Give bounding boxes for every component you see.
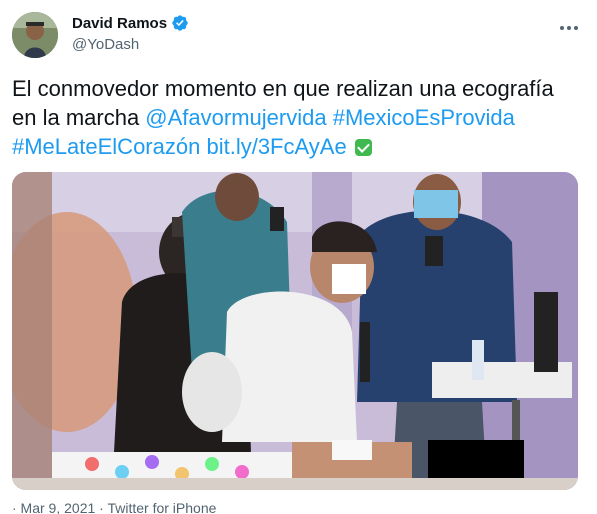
mention-link[interactable]: @Afavormujervida [145, 105, 326, 130]
more-options-button[interactable] [553, 12, 585, 44]
author-avatar[interactable] [12, 12, 58, 58]
url-link[interactable]: bit.ly/3FcAyAe [206, 134, 346, 159]
check-mark-emoji-icon [354, 139, 372, 156]
avatar-photo-icon [12, 12, 58, 58]
tweet-text: El conmovedor momento en que realizan un… [12, 74, 582, 161]
more-dot-icon [567, 26, 571, 30]
author-display-name[interactable]: David Ramos [72, 15, 167, 32]
hashtag-link[interactable]: #MeLateElCorazón [12, 134, 200, 159]
author-handle[interactable]: @YoDash [72, 36, 189, 53]
tweet-header: David Ramos @YoDash [12, 12, 585, 60]
more-dot-icon [560, 26, 564, 30]
verified-badge-icon [172, 15, 188, 31]
ultrasound-scene-image [12, 172, 578, 490]
hashtag-link[interactable]: #MexicoEsProvida [333, 105, 515, 130]
tweet-card[interactable]: David Ramos @YoDash El conmovedor moment… [0, 0, 597, 514]
author-info: David Ramos @YoDash [72, 14, 189, 53]
tweet-media-photo[interactable] [12, 172, 578, 490]
more-dot-icon [574, 26, 578, 30]
